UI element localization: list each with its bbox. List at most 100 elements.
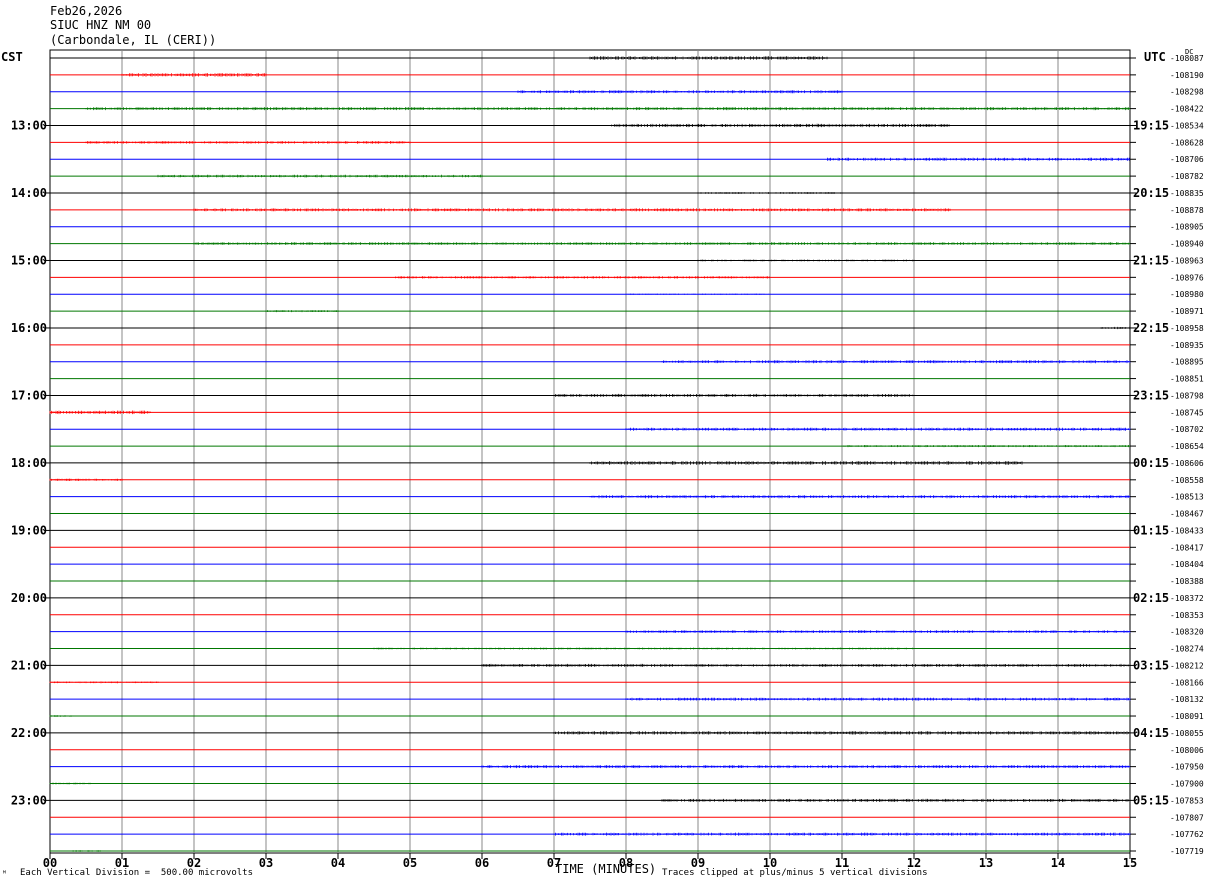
dc-offset-label: -108851 [1170,375,1204,384]
trace-row-37: -108166 [49,678,1204,687]
trace-row-20: -108798 [50,391,1204,400]
hour-label-right: 21:15 [1133,253,1169,267]
trace-row-47: -107719 [50,847,1204,856]
trace-row-1: -108190 [50,71,1204,80]
dc-offset-label: -108706 [1170,155,1204,164]
scale-note: Each Vertical Division = 500.00 microvol… [20,868,253,878]
trace-row-21: -108745 [49,408,1204,417]
seismogram-plot: 00 01 02 03 04 05 06 07 08 09 10 11 12 13 14 15-108087-… [11,49,1204,870]
trace-row-39: -108091 [49,712,1204,721]
hour-label-left: 15:00 [11,253,47,267]
trace-row-8: -108835 [50,189,1204,198]
trace-row-28: -108433 [50,526,1204,535]
trace-row-9: -108878 [50,206,1204,215]
dc-offset-label: -108558 [1170,476,1204,485]
trace-noise [373,647,915,650]
dc-offset-label: -108702 [1170,425,1204,434]
hour-label-left: 18:00 [11,456,47,470]
dc-offset-label: -108980 [1170,290,1204,299]
trace-noise [661,798,1131,802]
hour-label-right: 05:15 [1133,793,1169,807]
trace-row-24: -108606 [50,459,1204,468]
trace-row-42: -107950 [50,763,1204,772]
dc-offset-label: -108320 [1170,628,1204,637]
hour-label-left: 21:00 [11,658,47,672]
x-tick-label-06: 06 [475,856,489,870]
dc-offset-label: -108190 [1170,71,1204,80]
hour-label-right: 19:15 [1133,118,1169,132]
trace-noise [49,782,93,785]
hour-label-right: 00:15 [1133,456,1169,470]
dc-offset-label: -107762 [1170,830,1204,839]
trace-noise [49,681,159,684]
dc-offset-label: -108212 [1170,661,1204,670]
dc-offset-label: -108976 [1170,273,1204,282]
dc-offset-label: -107719 [1170,847,1204,856]
trace-row-25: -108558 [49,476,1204,485]
trace-row-5: -108628 [50,138,1204,147]
trace-row-3: -108422 [50,105,1204,114]
trace-row-32: -108372 [50,594,1204,603]
trace-row-23: -108654 [50,442,1204,451]
trace-noise [265,310,339,313]
trace-noise [49,715,72,717]
trace-row-15: -108971 [50,307,1204,316]
dc-offset-label: -107807 [1170,813,1204,822]
trace-row-19: -108851 [50,375,1204,384]
x-tick-label-05: 05 [403,856,417,870]
dc-offset-label: -108372 [1170,594,1204,603]
dc-offset-label: -108353 [1170,611,1204,620]
dc-offset-label: -108298 [1170,88,1204,97]
trace-row-22: -108702 [50,425,1204,434]
dc-offset-label: -107950 [1170,763,1204,772]
x-tick-label-03: 03 [259,856,273,870]
hour-label-left: 16:00 [11,321,47,335]
hour-label-right: 03:15 [1133,658,1169,672]
trace-row-29: -108417 [50,543,1204,552]
trace-row-12: -108963 [50,256,1204,265]
dc-offset-label: -108905 [1170,223,1204,232]
corner-mark: ᴹ [2,869,7,878]
trace-row-18: -108895 [50,358,1204,367]
dc-offset-label: -108654 [1170,442,1204,451]
trace-noise [481,765,1131,769]
x-axis-title: TIME (MINUTES) [555,862,657,876]
dc-offset-label: -108935 [1170,341,1204,350]
trace-row-44: -107853 [50,796,1204,805]
dc-offset-label: -108417 [1170,543,1204,552]
dc-offset-label: -107853 [1170,796,1204,805]
trace-row-33: -108353 [50,611,1204,620]
trace-row-45: -107807 [50,813,1204,822]
dc-offset-label: -108274 [1170,645,1204,654]
trace-row-43: -107900 [49,780,1204,789]
hour-label-left: 19:00 [11,523,47,537]
trace-row-41: -108006 [50,746,1204,755]
trace-row-27: -108467 [50,510,1204,519]
dc-offset-label: -108513 [1170,493,1204,502]
dc-offset-label: -108798 [1170,391,1204,400]
x-tick-label-13: 13 [979,856,993,870]
trace-row-10: -108905 [50,223,1204,232]
trace-row-14: -108980 [50,290,1204,299]
trace-row-4: -108534 [50,121,1204,130]
dc-offset-label: -108782 [1170,172,1204,181]
x-tick-label-04: 04 [331,856,345,870]
hour-label-left: 22:00 [11,726,47,740]
dc-offset-label: -108166 [1170,678,1204,687]
dc-offset-label: -108895 [1170,358,1204,367]
hour-label-left: 17:00 [11,388,47,402]
trace-noise [589,495,1131,499]
dc-offset-label: -108628 [1170,138,1204,147]
trace-row-40: -108055 [50,729,1204,738]
trace-row-30: -108404 [50,560,1204,569]
right-timezone-label: UTC [1144,50,1166,64]
dc-offset-label: -108606 [1170,459,1204,468]
hour-label-right: 23:15 [1133,388,1169,402]
trace-row-26: -108513 [50,493,1204,502]
dc-offset-label: -108963 [1170,256,1204,265]
x-tick-label-14: 14 [1051,856,1065,870]
trace-row-6: -108706 [50,155,1204,164]
trace-row-46: -107762 [50,830,1204,839]
trace-row-2: -108298 [50,88,1204,97]
trace-noise [661,360,1131,364]
